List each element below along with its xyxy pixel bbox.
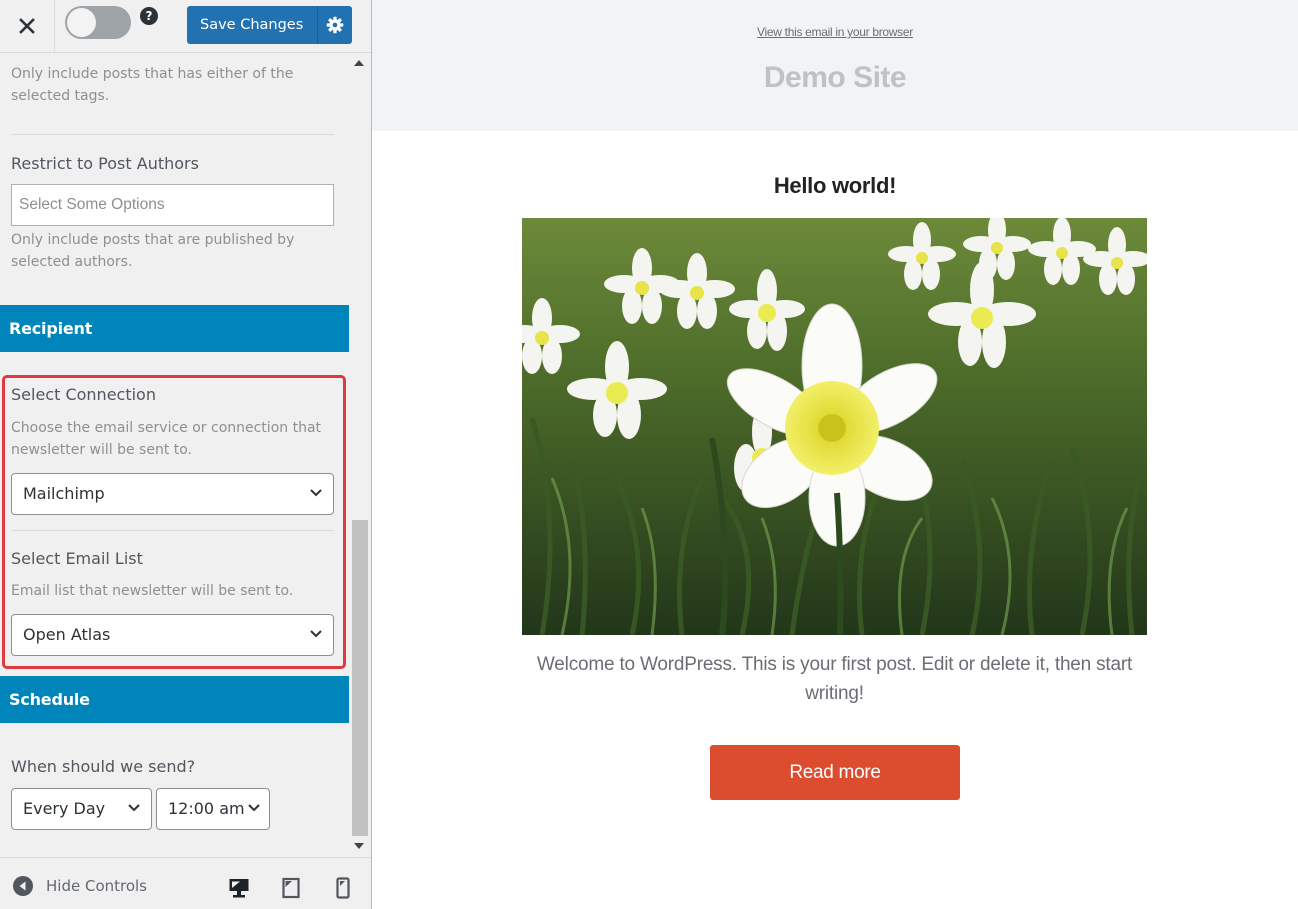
- close-button[interactable]: [0, 0, 55, 52]
- sidebar-topbar: ? Save Changes: [0, 0, 371, 53]
- schedule-section-header[interactable]: Schedule: [0, 676, 349, 723]
- frequency-select[interactable]: Every Day: [11, 788, 152, 830]
- connection-select-value: Mailchimp: [23, 484, 105, 503]
- email-list-select-value: Open Atlas: [23, 625, 111, 644]
- tags-description: Only include posts that has either of th…: [11, 66, 294, 104]
- close-icon: [19, 18, 35, 34]
- help-icon[interactable]: ?: [140, 7, 158, 25]
- authors-description: Only include posts that are published by…: [11, 232, 295, 270]
- email-preview: View this email in your browser Demo Sit…: [372, 0, 1298, 909]
- chevron-down-icon: [248, 804, 260, 812]
- connection-select[interactable]: Mailchimp: [11, 473, 334, 515]
- scroll-down-arrow[interactable]: [354, 843, 364, 849]
- chevron-down-icon: [128, 804, 140, 812]
- time-select-value: 12:00 am: [168, 799, 245, 818]
- gear-icon: [327, 16, 344, 34]
- hide-controls-button[interactable]: Hide Controls: [13, 876, 147, 896]
- collapse-arrow-icon: [13, 876, 33, 896]
- site-title: Demo Site: [763, 61, 907, 94]
- authors-multiselect[interactable]: Select Some Options: [11, 184, 334, 226]
- tablet-icon: [282, 877, 300, 899]
- sidebar-footer: Hide Controls: [0, 857, 371, 909]
- post-featured-image: [522, 218, 1147, 635]
- authors-label: Restrict to Post Authors: [11, 154, 199, 173]
- preview-desktop-button[interactable]: [226, 875, 252, 901]
- chevron-down-icon: [310, 630, 322, 638]
- divider: [11, 134, 334, 135]
- time-select[interactable]: 12:00 am: [156, 788, 270, 830]
- preview-toggle[interactable]: [65, 6, 131, 39]
- email-list-label: Select Email List: [11, 549, 143, 568]
- preview-mobile-button[interactable]: [330, 875, 356, 901]
- chevron-down-icon: [310, 489, 322, 497]
- panel-scrollbar[interactable]: [349, 53, 371, 856]
- desktop-icon: [229, 879, 249, 898]
- connection-description: Choose the email service or connection t…: [11, 420, 322, 458]
- recipient-section-header[interactable]: Recipient: [0, 305, 349, 352]
- toggle-knob: [67, 8, 96, 37]
- mobile-icon: [336, 877, 350, 899]
- read-more-button[interactable]: Read more: [710, 745, 960, 800]
- save-changes-button[interactable]: Save Changes: [187, 6, 319, 44]
- post-title: Hello world!: [773, 173, 897, 198]
- settings-button[interactable]: [318, 6, 353, 44]
- preview-tablet-button[interactable]: [278, 875, 304, 901]
- email-header: View this email in your browser Demo Sit…: [372, 0, 1298, 131]
- scrollbar-thumb[interactable]: [352, 520, 368, 836]
- frequency-select-value: Every Day: [23, 799, 106, 818]
- view-in-browser-link[interactable]: View this email in your browser: [372, 25, 1298, 39]
- schedule-label: When should we send?: [11, 757, 196, 776]
- save-button-group: Save Changes: [187, 6, 353, 44]
- post-excerpt: Welcome to WordPress. This is your first…: [536, 654, 1133, 704]
- scroll-up-arrow[interactable]: [354, 60, 364, 66]
- connection-label: Select Connection: [11, 385, 156, 404]
- divider: [11, 530, 334, 531]
- hide-controls-label: Hide Controls: [46, 877, 148, 895]
- customizer-sidebar: ? Save Changes Only include posts that h…: [0, 0, 376, 909]
- controls-panel: Only include posts that has either of th…: [0, 53, 349, 856]
- email-list-description: Email list that newsletter will be sent …: [11, 583, 294, 599]
- email-list-select[interactable]: Open Atlas: [11, 614, 334, 656]
